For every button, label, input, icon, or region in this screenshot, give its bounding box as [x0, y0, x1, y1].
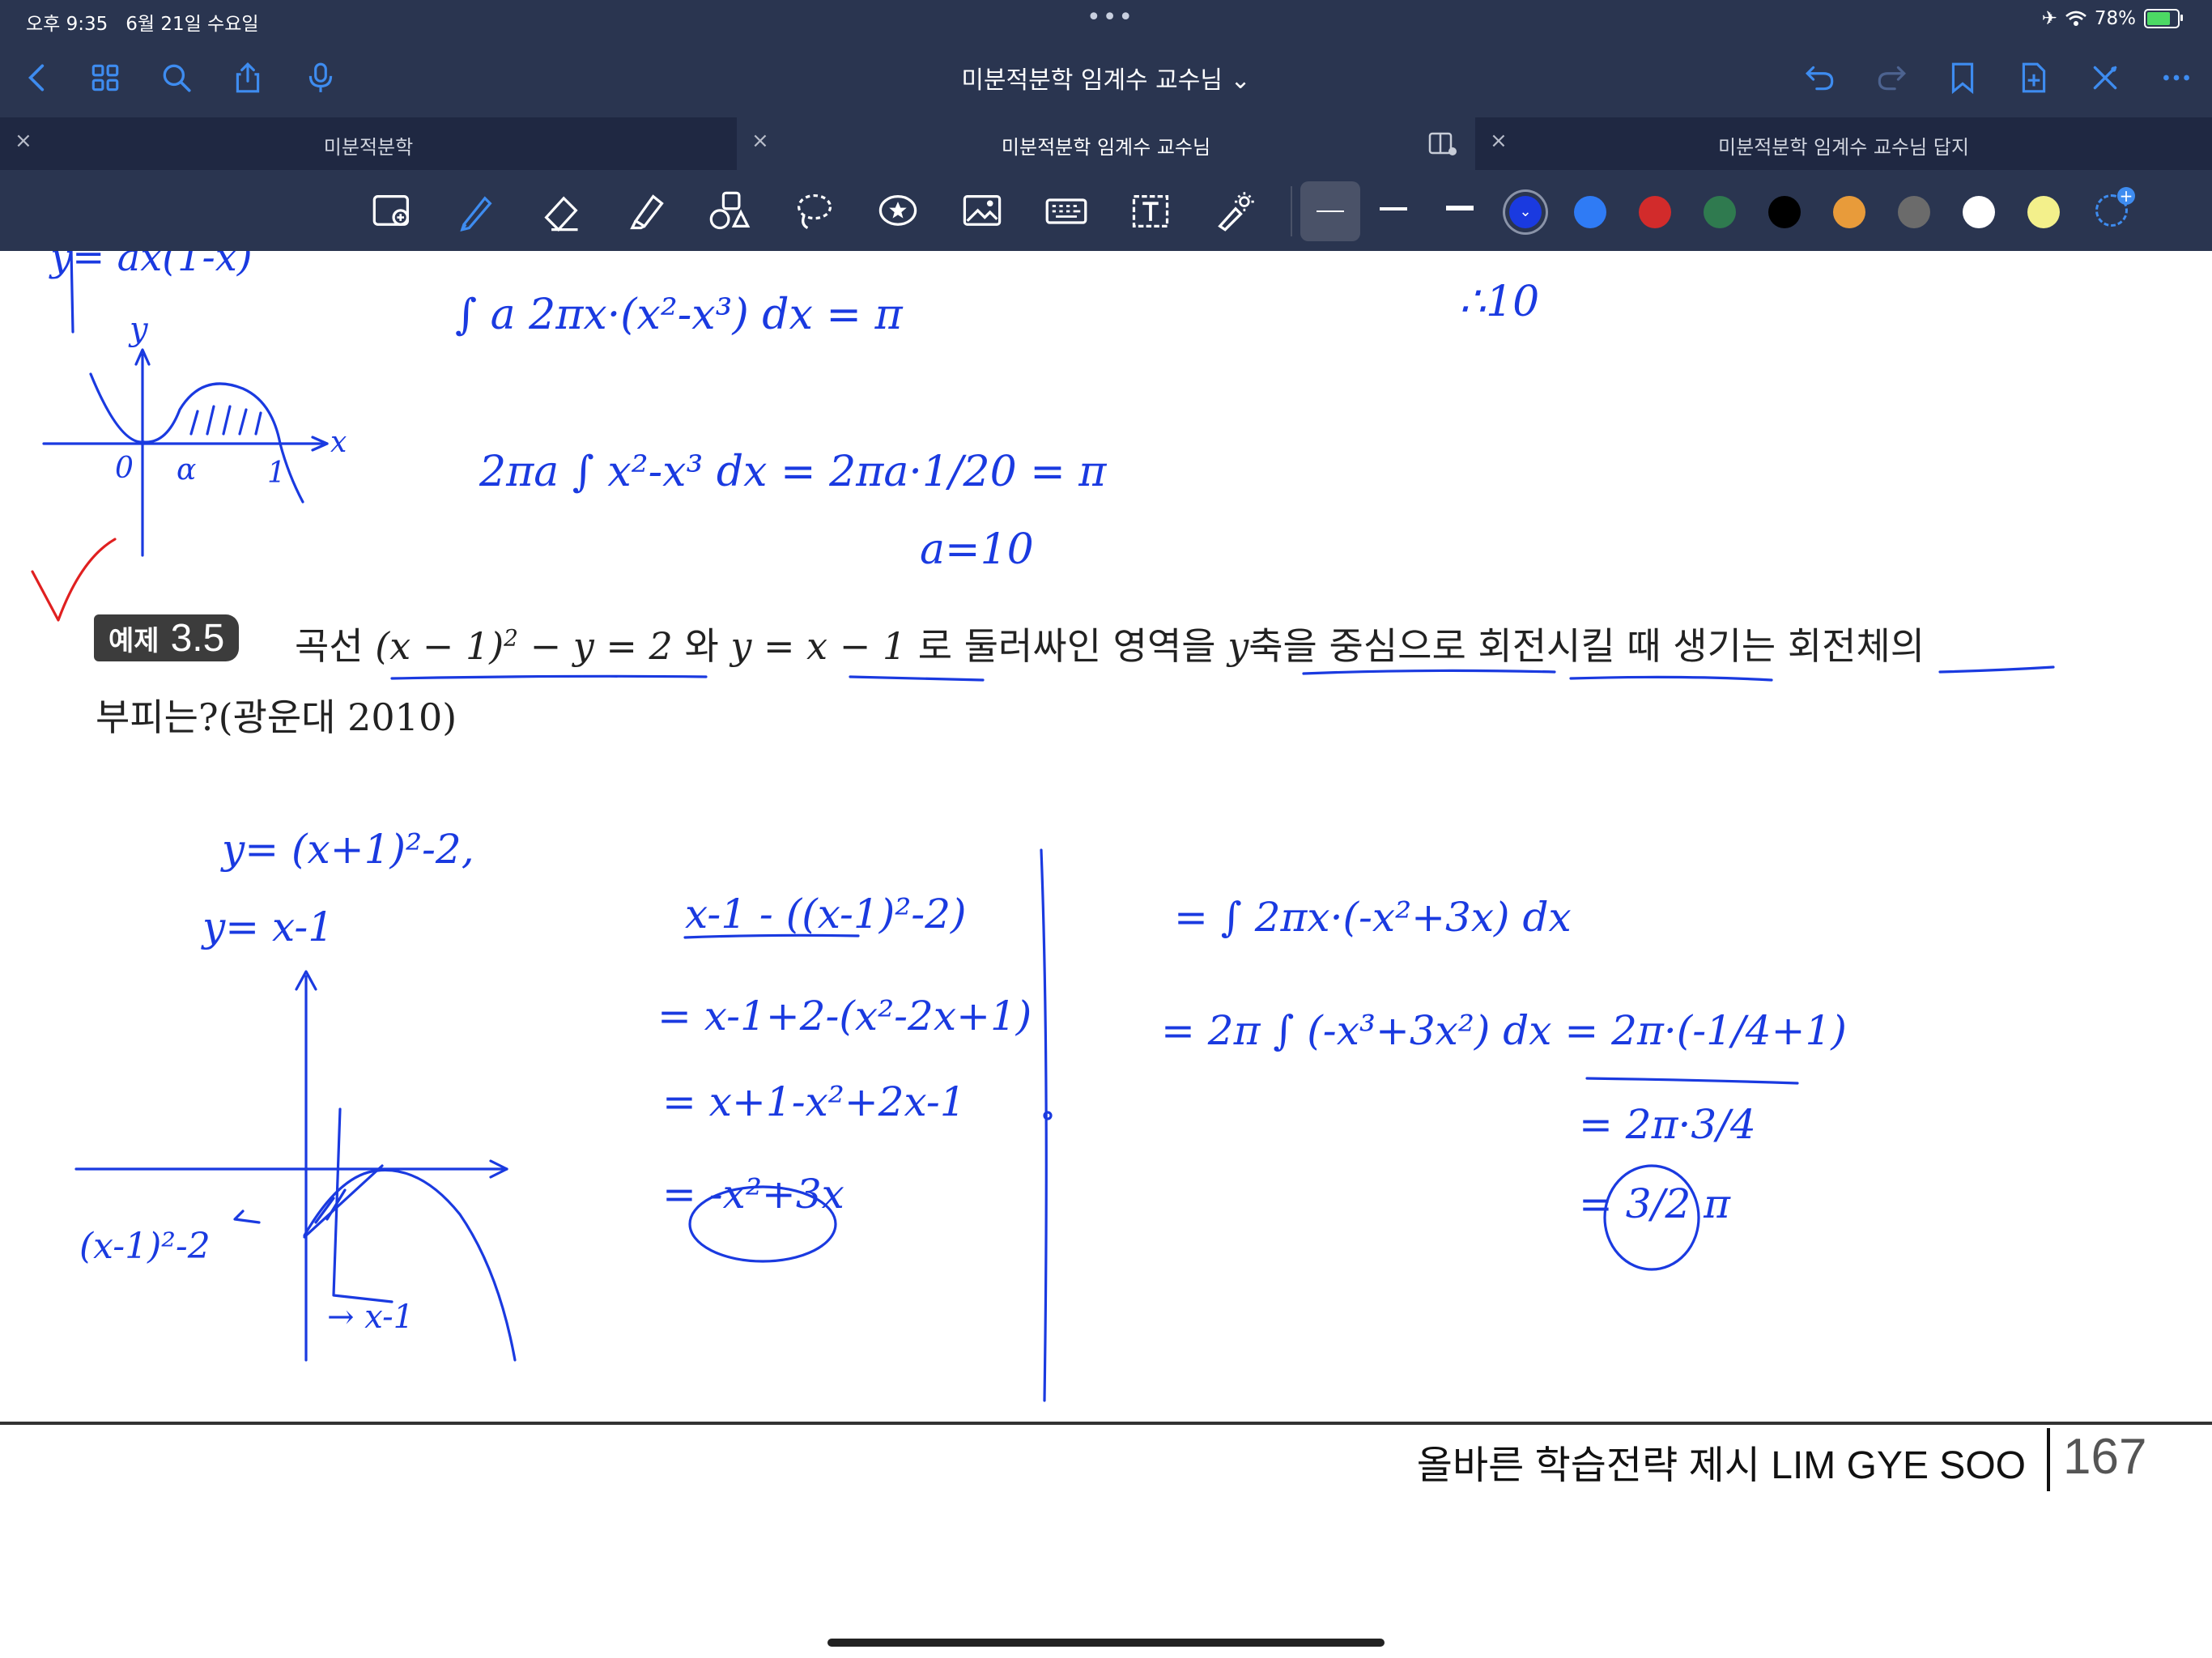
bookmark-icon[interactable] — [1942, 57, 1984, 99]
tab-label: 미분적분학 임계수 교수님 답지 — [1718, 136, 1969, 159]
status-bar: 오후 9:35 6월 21일 수요일 ••• ✈ 78% — [0, 0, 2212, 40]
close-tools-icon[interactable] — [2084, 57, 2126, 99]
ink-mid-1: x-1 - ((x-1)²-2) — [685, 891, 967, 937]
ink-line-yx1 — [303, 1164, 384, 1239]
split-view-icon[interactable] — [1428, 132, 1457, 156]
ink-top-mid-2: 2πa ∫ x²-x³ dx = 2πa·1/20 = π — [479, 448, 1107, 496]
eraser-icon[interactable] — [534, 185, 588, 238]
zoom-window-icon[interactable] — [366, 185, 419, 238]
color-swatch[interactable] — [1768, 196, 1801, 228]
battery-icon — [2144, 9, 2183, 28]
redo-icon[interactable] — [1870, 57, 1912, 99]
ink-top-mid-3: a=10 — [920, 525, 1034, 574]
navigation-bar: 미분적분학 임계수 교수님 ⌄ — [0, 40, 2212, 117]
title-chevron-icon[interactable]: ⌄ — [1231, 66, 1251, 95]
ink-shading — [314, 1188, 347, 1224]
shapes-icon[interactable] — [703, 185, 756, 238]
tab-label: 미분적분학 — [323, 136, 414, 159]
stroke-weight-thick[interactable] — [1446, 206, 1474, 210]
stroke-weight-thin[interactable] — [1300, 181, 1360, 241]
toolbar-divider — [1291, 186, 1292, 236]
notebook-page[interactable]: 예제 3.5 곡선 (x − 1)2 − y = 2 와 y = x − 1 로… — [0, 251, 2212, 1658]
more-options-icon[interactable] — [2155, 57, 2197, 99]
stroke-weight-medium[interactable] — [1380, 207, 1407, 210]
keyboard-icon[interactable] — [1040, 185, 1093, 238]
ink-divider — [1040, 848, 1048, 1402]
color-swatch[interactable] — [1833, 196, 1865, 228]
tab-bar: × 미분적분학 × 미분적분학 임계수 교수님 × 미분적분학 임계수 교수님 … — [0, 117, 2212, 170]
pen-tool-icon[interactable] — [449, 185, 502, 238]
ink-mid-3: = x+1-x²+2x-1 — [662, 1078, 966, 1125]
ink-underline-solid — [1938, 665, 2055, 674]
ink-dot — [1043, 1111, 1053, 1120]
ink-mid-left-2: y= x-1 — [201, 903, 334, 950]
color-swatch[interactable] — [1963, 196, 1995, 228]
color-swatch[interactable] — [1898, 196, 1930, 228]
handwriting-layer[interactable]: y= ax(1-x) y 0 α 1 x ∫ a 2πx·(x²-x³) dx … — [0, 251, 2212, 1658]
ink-mid-2: = x-1+2-(x²-2x+1) — [657, 993, 1032, 1039]
ink-label-x: x — [330, 426, 347, 459]
home-indicator[interactable] — [827, 1639, 1385, 1647]
ink-right-3: = 2π·3/4 — [1579, 1101, 1756, 1148]
ink-mid-left-1: y= (x+1)²-2, — [220, 826, 474, 873]
ink-right-4: = 3/2 π — [1579, 1180, 1731, 1227]
ink-underline-axis — [1302, 669, 1556, 675]
ink-arrow — [233, 1209, 261, 1224]
ink-shading — [189, 405, 262, 436]
ink-top-right: ∴10 — [1459, 278, 1539, 326]
undo-icon[interactable] — [1799, 57, 1841, 99]
ink-graph-label-2: → x-1 — [327, 1299, 414, 1336]
tab-3[interactable]: × 미분적분학 임계수 교수님 답지 — [1475, 117, 2212, 170]
tab-1[interactable]: × 미분적분학 — [0, 117, 737, 170]
color-swatch[interactable] — [1704, 196, 1736, 228]
ink-label-0: 0 — [115, 452, 134, 485]
tab-label: 미분적분학 임계수 교수님 — [1001, 136, 1211, 159]
ink-right-2: = 2π ∫ (-x³+3x²) dx = 2π·(-1/4+1) — [1161, 1007, 1847, 1054]
ink-mid-4: = -x²+3x — [662, 1171, 844, 1218]
tab-2[interactable]: × 미분적분학 임계수 교수님 — [737, 117, 1475, 170]
multitasking-dots-icon[interactable]: ••• — [1087, 3, 1134, 32]
ink-stroke — [70, 251, 74, 334]
color-swatch[interactable] — [1639, 196, 1671, 228]
ink-label-1: 1 — [267, 457, 286, 490]
sticker-icon[interactable] — [871, 185, 925, 238]
text-box-icon[interactable] — [1124, 185, 1177, 238]
ink-label-a: α — [177, 453, 196, 487]
status-indicators: ✈ 78% — [2041, 8, 2183, 29]
color-swatch[interactable]: ⌄ — [1509, 196, 1542, 228]
drawing-toolbar: ⌄ + — [0, 170, 2212, 252]
wifi-icon — [2065, 11, 2087, 26]
ink-right-1: = ∫ 2πx·(-x²+3x) dx — [1174, 894, 1572, 941]
ink-underline — [1585, 1077, 1799, 1085]
add-color-icon[interactable]: + — [2095, 187, 2135, 227]
image-icon[interactable] — [955, 185, 1009, 238]
highlighter-icon[interactable] — [619, 185, 672, 238]
color-swatch[interactable] — [2027, 196, 2060, 228]
ink-top-left-eq: y= ax(1-x) — [49, 251, 253, 280]
ink-underline-eq1 — [390, 674, 708, 680]
lasso-icon[interactable] — [787, 185, 840, 238]
ink-top-mid-1: ∫ a 2πx·(x²-x³) dx = π — [455, 291, 904, 339]
battery-percent: 78% — [2094, 8, 2136, 29]
ink-axis-y: y — [128, 311, 149, 348]
laser-pointer-icon[interactable] — [1208, 185, 1261, 238]
add-page-icon[interactable] — [2013, 57, 2055, 99]
airplane-icon: ✈ — [2041, 8, 2057, 29]
ink-checkmark — [31, 538, 117, 622]
color-swatch[interactable] — [1574, 196, 1606, 228]
ink-underline-rotate — [1569, 675, 1773, 682]
ink-graph-label-1: (x-1)²-2 — [79, 1226, 211, 1267]
ink-line — [332, 1107, 393, 1303]
status-time: 오후 9:35 6월 21일 수요일 — [26, 14, 259, 35]
ink-underline-eq2 — [849, 675, 985, 682]
